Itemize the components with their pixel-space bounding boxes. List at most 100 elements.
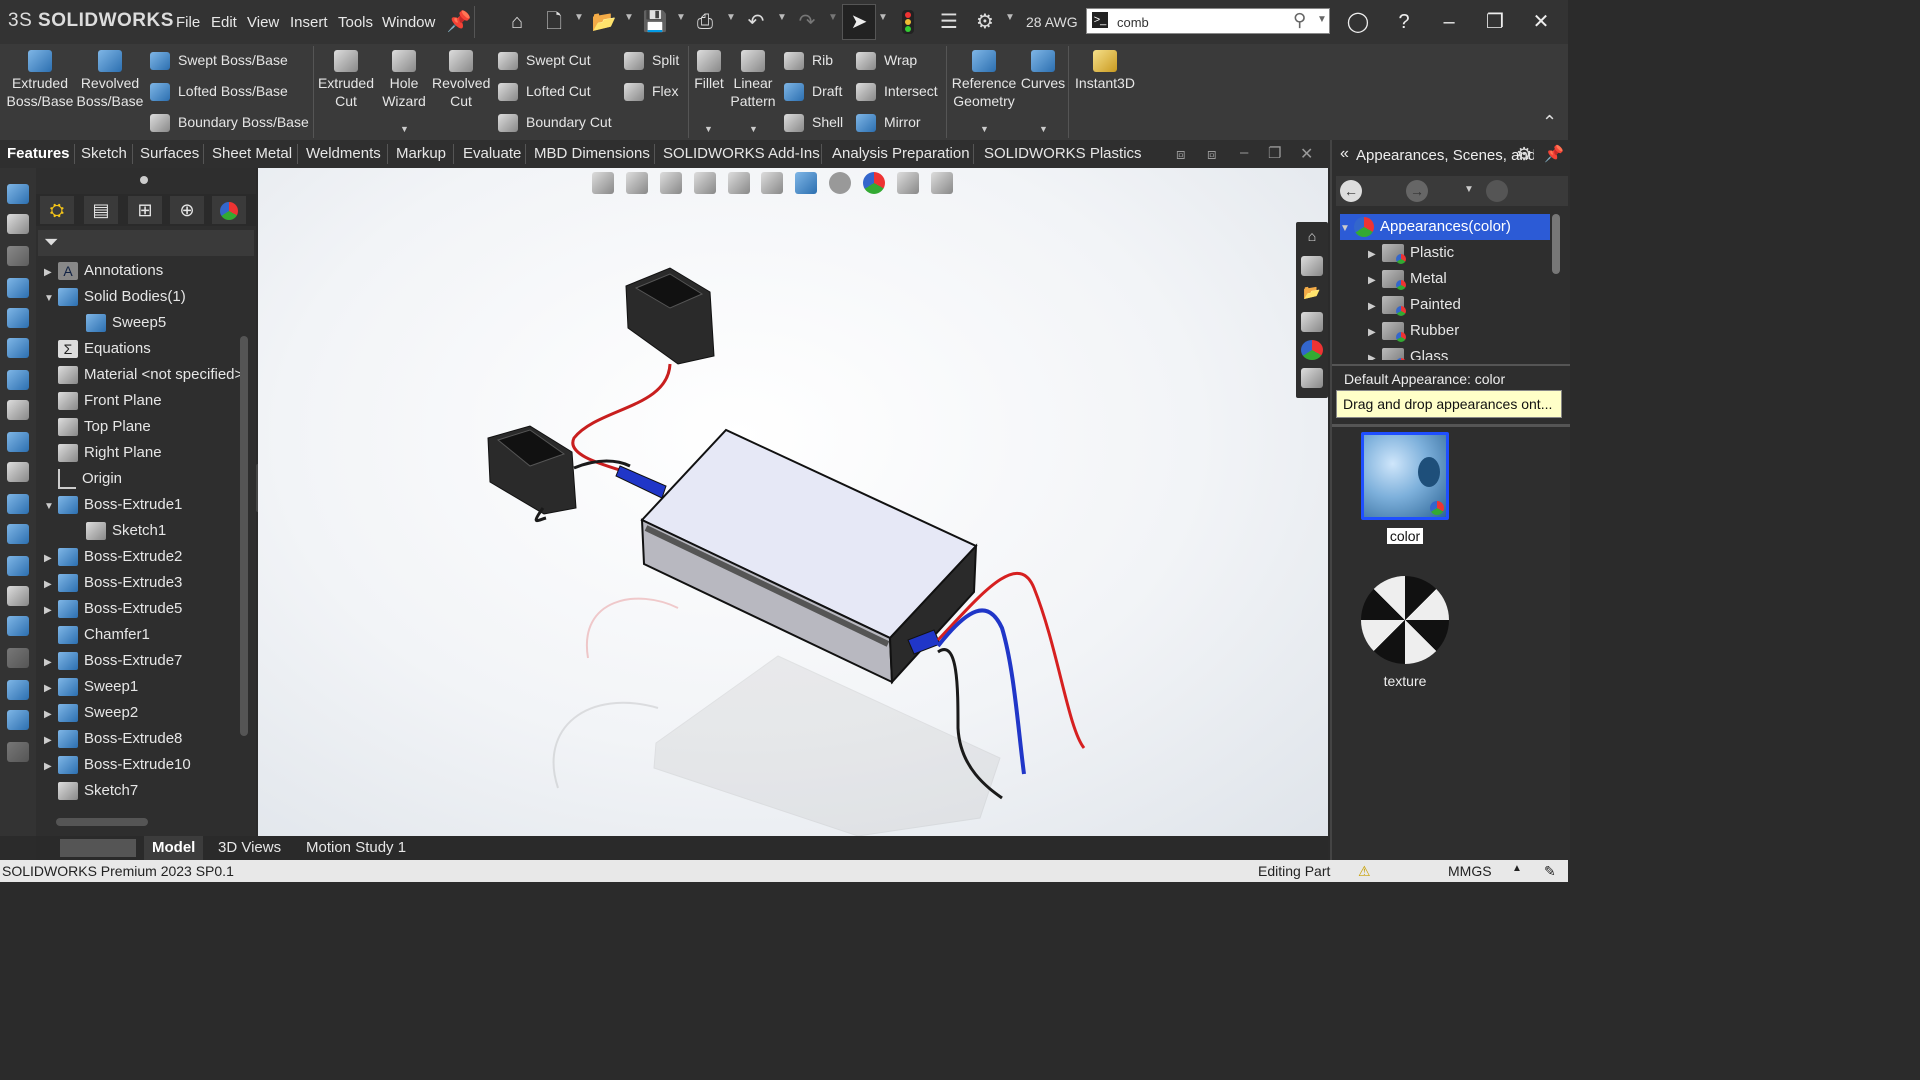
folder-painted[interactable]: ▶ Painted bbox=[1340, 292, 1550, 318]
tab-solidworks-plastics[interactable]: SOLIDWORKS Plastics bbox=[978, 140, 1148, 168]
tree-item-solid-bodies[interactable]: ▼ Solid Bodies(1) bbox=[44, 284, 240, 310]
library-icon[interactable] bbox=[1548, 180, 1568, 202]
task-pane-settings-icon[interactable]: ⚙ bbox=[1516, 144, 1532, 165]
zoom-to-fit-icon[interactable] bbox=[592, 172, 614, 194]
design-library-icon[interactable] bbox=[1301, 256, 1323, 276]
hole-wizard-dropdown-icon[interactable]: ▼ bbox=[400, 124, 409, 134]
edit-appearance-icon[interactable] bbox=[863, 172, 886, 194]
freeform-icon[interactable] bbox=[7, 648, 29, 668]
tree-item-boss-extrude2[interactable]: ▶ Boss-Extrude2 bbox=[44, 544, 240, 570]
reference-geometry-dropdown-icon[interactable]: ▼ bbox=[980, 124, 989, 134]
display-manager-tab-icon[interactable] bbox=[212, 196, 246, 224]
draft-button[interactable]: Draft bbox=[784, 81, 842, 102]
folder-plastic[interactable]: ▶ Plastic bbox=[1340, 240, 1550, 266]
shell-button[interactable]: Shell bbox=[784, 112, 843, 133]
tree-item-sweep1[interactable]: ▶ Sweep1 bbox=[44, 674, 240, 700]
boundary-cut-button[interactable]: Boundary Cut bbox=[498, 112, 612, 133]
boundary-boss-button[interactable]: Boundary Boss/Base bbox=[150, 112, 309, 133]
tree-item-boss-extrude5[interactable]: ▶ Boss-Extrude5 bbox=[44, 596, 240, 622]
task-pane-pin-icon[interactable]: 📌 bbox=[1544, 144, 1564, 164]
tree-item-sketch1[interactable]: Sketch1 bbox=[44, 518, 240, 544]
rib-side-icon[interactable] bbox=[7, 370, 29, 390]
tree-item-origin[interactable]: Origin bbox=[44, 466, 240, 492]
texture-swatch[interactable] bbox=[1361, 576, 1449, 664]
undo-icon[interactable]: ↶ bbox=[743, 10, 769, 34]
tree-item-boss-extrude10[interactable]: ▶ Boss-Extrude10 bbox=[44, 752, 240, 778]
collapse-ribbon-icon[interactable]: ⌃ bbox=[1542, 112, 1557, 133]
tree-item-boss-extrude1[interactable]: ▼ Boss-Extrude1 bbox=[44, 492, 240, 518]
user-account-icon[interactable]: ◯ bbox=[1343, 8, 1373, 36]
move-face-icon[interactable] bbox=[7, 742, 29, 762]
section-view-icon[interactable] bbox=[693, 172, 716, 194]
quick-tips-icon[interactable]: ✎ bbox=[1544, 863, 1556, 880]
property-manager-tab-icon[interactable]: ▤ bbox=[84, 196, 118, 224]
tree-item-sketch7[interactable]: Sketch7 bbox=[44, 778, 240, 804]
extruded-boss-button[interactable]: Extruded Boss/Base bbox=[4, 50, 76, 110]
tab-3d-views[interactable]: 3D Views bbox=[210, 836, 289, 860]
tab-solidworks-add-ins[interactable]: SOLIDWORKS Add-Ins bbox=[657, 140, 826, 168]
tab-surfaces[interactable]: Surfaces bbox=[134, 140, 205, 168]
fillet-button[interactable]: Fillet bbox=[690, 50, 728, 92]
menu-view[interactable]: View bbox=[247, 14, 279, 31]
tab-analysis-preparation[interactable]: Analysis Preparation bbox=[826, 140, 976, 168]
tree-scrollbar[interactable] bbox=[240, 336, 248, 736]
save-dropdown-icon[interactable]: ▼ bbox=[676, 12, 686, 23]
back-icon[interactable]: ← bbox=[1340, 180, 1362, 202]
undo-dropdown-icon[interactable]: ▼ bbox=[777, 12, 787, 23]
options-dropdown-icon[interactable]: ▼ bbox=[1005, 12, 1015, 23]
wrap-side-icon[interactable] bbox=[7, 432, 29, 452]
revolve-icon[interactable] bbox=[7, 214, 29, 234]
tree-item-front-plane[interactable]: Front Plane bbox=[44, 388, 240, 414]
open-icon[interactable]: 📂 bbox=[591, 10, 617, 34]
tree-item-boss-extrude7[interactable]: ▶ Boss-Extrude7 bbox=[44, 648, 240, 674]
tree-item-equations[interactable]: Σ Equations bbox=[44, 336, 240, 362]
extrude-icon[interactable] bbox=[7, 184, 29, 204]
extruded-cut-button[interactable]: Extruded Cut bbox=[316, 50, 376, 110]
rib-button[interactable]: Rib bbox=[784, 50, 833, 71]
mirror-side-icon[interactable] bbox=[7, 524, 29, 544]
tab-weldments[interactable]: Weldments bbox=[300, 140, 387, 168]
help-icon[interactable]: ? bbox=[1389, 8, 1419, 36]
pattern-side-icon[interactable] bbox=[7, 494, 29, 514]
tree-item-sweep2[interactable]: ▶ Sweep2 bbox=[44, 700, 240, 726]
tree-item-material[interactable]: Material <not specified> bbox=[44, 362, 240, 388]
reference-geometry-button[interactable]: Reference Geometry bbox=[948, 50, 1020, 110]
curve-side-icon[interactable] bbox=[7, 616, 29, 636]
mirror-button[interactable]: Mirror bbox=[856, 112, 921, 133]
tab-markup[interactable]: Markup bbox=[390, 140, 452, 168]
axis-side-icon[interactable] bbox=[7, 586, 29, 606]
dome-icon[interactable] bbox=[7, 278, 29, 298]
hide-show-items-icon[interactable] bbox=[829, 172, 852, 194]
appearances-scrollbar[interactable] bbox=[1552, 214, 1560, 274]
tree-item-boss-extrude8[interactable]: ▶ Boss-Extrude8 bbox=[44, 726, 240, 752]
instant3d-button[interactable]: Instant3D bbox=[1072, 50, 1138, 92]
panel-grip[interactable] bbox=[140, 176, 148, 184]
folder-rubber[interactable]: ▶ Rubber bbox=[1340, 318, 1550, 344]
select-dropdown-icon[interactable]: ▼ bbox=[878, 12, 888, 23]
view-settings-icon[interactable] bbox=[930, 172, 953, 194]
dynamic-annotation-icon[interactable] bbox=[727, 172, 750, 194]
graphics-area[interactable] bbox=[258, 168, 1328, 836]
tab-motion-study-1[interactable]: Motion Study 1 bbox=[298, 836, 414, 860]
tab-sheet-metal[interactable]: Sheet Metal bbox=[206, 140, 298, 168]
tile-left-icon[interactable]: ⧈ bbox=[1176, 146, 1186, 163]
swept-boss-button[interactable]: Swept Boss/Base bbox=[150, 50, 288, 71]
fastening-icon[interactable] bbox=[7, 710, 29, 730]
wrap-button[interactable]: Wrap bbox=[856, 50, 917, 71]
open-dropdown-icon[interactable]: ▼ bbox=[624, 12, 634, 23]
previous-view-icon[interactable] bbox=[659, 172, 682, 194]
tab-evaluate[interactable]: Evaluate bbox=[457, 140, 527, 168]
custom-properties-icon[interactable] bbox=[1301, 368, 1323, 388]
unit-system-label[interactable]: MMGS bbox=[1448, 863, 1492, 879]
save-icon[interactable]: 💾 bbox=[642, 10, 668, 34]
options-gear-icon[interactable]: ⚙ bbox=[972, 10, 998, 34]
draft-side-icon[interactable] bbox=[7, 338, 29, 358]
curves-dropdown-icon[interactable]: ▼ bbox=[1039, 124, 1048, 134]
fillet-dropdown-icon[interactable]: ▼ bbox=[704, 124, 713, 134]
tab-model[interactable]: Model bbox=[144, 836, 204, 860]
menu-file[interactable]: File bbox=[176, 14, 200, 31]
viewport-restore-icon[interactable]: ❐ bbox=[1268, 144, 1281, 162]
revolved-cut-button[interactable]: Revolved Cut bbox=[432, 50, 490, 110]
feature-manager-tab-icon[interactable]: ⛭ bbox=[40, 196, 74, 224]
folder-metal[interactable]: ▶ Metal bbox=[1340, 266, 1550, 292]
